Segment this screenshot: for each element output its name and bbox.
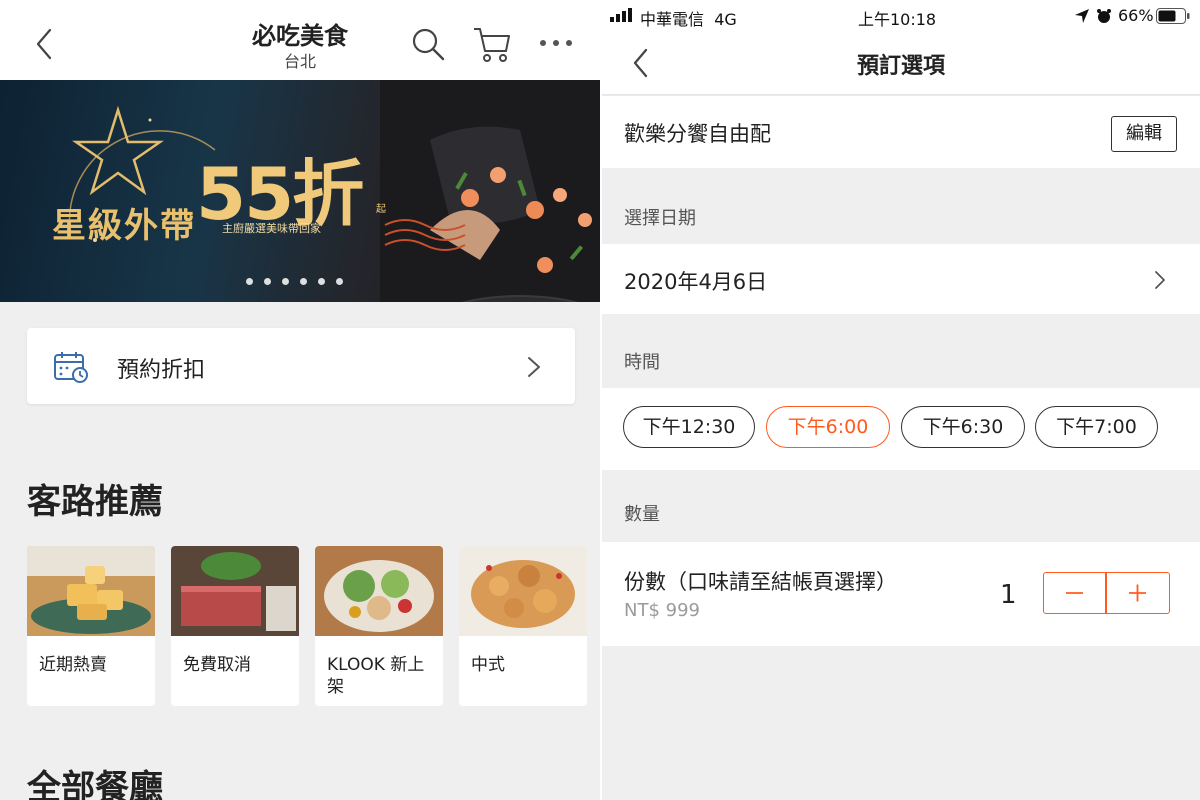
category-card[interactable]: KLOOK 新上架	[315, 546, 443, 706]
restaurant-list-screen: 必吃美食 台北 55折 起 星級外帶 主廚嚴選美味帶回家 預約折扣 客路推薦 近…	[0, 0, 600, 800]
time-option-selected[interactable]: 下午6:00	[766, 406, 890, 448]
carousel-dots[interactable]	[246, 278, 343, 288]
network-type: 4G	[714, 10, 737, 29]
status-time: 上午10:18	[858, 10, 937, 29]
salad-bowl-image	[315, 546, 443, 636]
banner-tagline: 主廚嚴選美味帶回家	[222, 222, 321, 235]
category-card[interactable]: 中式	[459, 546, 587, 706]
carousel-dot[interactable]	[336, 278, 343, 285]
category-cards: 近期熱賣 免費取消 KLOOK 新上架 中式	[27, 546, 600, 708]
back-arrow-icon[interactable]	[30, 24, 60, 64]
nav-bar: 預訂選項	[602, 32, 1200, 94]
top-header: 必吃美食 台北	[0, 0, 600, 80]
promo-label: 預約折扣	[117, 358, 206, 383]
carousel-dot[interactable]	[264, 278, 271, 285]
battery-percent: 66%	[1118, 6, 1154, 25]
alarm-icon	[1097, 9, 1111, 23]
package-name: 歡樂分饗自由配	[624, 122, 771, 146]
reservation-discount-row[interactable]: 預約折扣	[27, 328, 575, 404]
search-icon[interactable]	[410, 26, 446, 62]
promo-banner[interactable]: 55折 起 星級外帶 主廚嚴選美味帶回家	[0, 80, 600, 302]
quantity-item-label: 份數（口味請至結帳頁選擇）	[624, 570, 897, 594]
carrier-name: 中華電信 4G	[640, 6, 737, 30]
category-label: 中式	[471, 655, 505, 675]
carousel-dot[interactable]	[246, 278, 253, 285]
carrier-label: 中華電信	[640, 10, 705, 29]
plus-icon[interactable]	[1107, 573, 1168, 613]
quantity-stepper	[1043, 572, 1170, 614]
hotpot-image	[171, 546, 299, 636]
section-title-all-restaurants: 全部餐廳	[27, 768, 163, 800]
time-option[interactable]: 下午12:30	[623, 406, 755, 448]
quantity-value: 1	[1000, 580, 1017, 610]
selected-date: 2020年4月6日	[624, 270, 768, 294]
more-options-icon[interactable]	[538, 36, 574, 50]
carousel-dot[interactable]	[282, 278, 289, 285]
category-label: 近期熱賣	[39, 655, 107, 675]
pastry-image	[27, 546, 155, 636]
date-section-label: 選擇日期	[624, 208, 696, 229]
package-row: 歡樂分饗自由配 編輯	[602, 96, 1200, 168]
minus-icon[interactable]	[1044, 573, 1105, 613]
quantity-row: 份數（口味請至結帳頁選擇） NT$ 999 1	[602, 542, 1200, 646]
time-option[interactable]: 下午6:30	[901, 406, 1025, 448]
status-bar: 中華電信 4G 上午10:18 66%	[602, 0, 1200, 32]
time-option[interactable]: 下午7:00	[1035, 406, 1158, 448]
unit-price: NT$ 999	[624, 600, 700, 621]
carousel-dot[interactable]	[318, 278, 325, 285]
category-card[interactable]: 近期熱賣	[27, 546, 155, 706]
edit-button[interactable]: 編輯	[1111, 116, 1177, 152]
calendar-clock-icon	[54, 352, 88, 383]
carousel-dot[interactable]	[300, 278, 307, 285]
date-selector-row[interactable]: 2020年4月6日	[602, 244, 1200, 314]
banner-suffix: 起	[376, 204, 386, 215]
signal-icon	[610, 8, 632, 22]
booking-options-screen: 中華電信 4G 上午10:18 66% 預訂選項 歡樂分饗自由配 編輯 選擇日期…	[602, 0, 1200, 800]
category-label: KLOOK 新上架	[327, 655, 425, 697]
quantity-section-label: 數量	[624, 504, 660, 525]
banner-main-text: 星級外帶	[52, 206, 196, 246]
page-title: 必吃美食	[252, 22, 348, 50]
city-subtitle: 台北	[283, 52, 316, 71]
chevron-right-icon	[528, 357, 540, 377]
category-label: 免費取消	[183, 655, 251, 675]
fried-dish-image	[459, 546, 587, 636]
battery-icon	[1156, 8, 1190, 24]
cart-icon[interactable]	[472, 24, 512, 64]
time-section-label: 時間	[624, 352, 660, 373]
chevron-right-icon	[1155, 271, 1165, 289]
section-title-recommended: 客路推薦	[27, 482, 163, 522]
location-arrow-icon	[1075, 9, 1089, 23]
category-card[interactable]: 免費取消	[171, 546, 299, 706]
page-title: 預訂選項	[856, 54, 945, 79]
